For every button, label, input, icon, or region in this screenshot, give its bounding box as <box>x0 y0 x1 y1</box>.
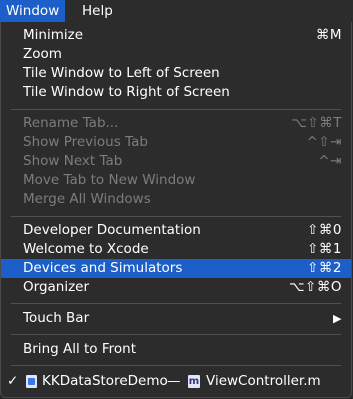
menu-item-label: Tile Window to Right of Screen <box>23 84 230 100</box>
menu-item-label: Move Tab to New Window <box>23 172 196 188</box>
menu-item-welcome-xcode[interactable]: Welcome to Xcode ⇧⌘1 <box>1 240 351 259</box>
menubar-window[interactable]: Window <box>0 0 66 22</box>
menu-item-label: Touch Bar <box>23 310 90 326</box>
menu-item-zoom[interactable]: Zoom <box>1 45 351 64</box>
menu-item-bring-all-to-front[interactable]: Bring All to Front <box>1 340 351 359</box>
menu-separator <box>11 216 341 217</box>
menu-item-label: Tile Window to Left of Screen <box>23 65 220 81</box>
menu-item-shortcut: ⇧⌘1 <box>307 241 342 257</box>
menu-item-devices-simulators[interactable]: Devices and Simulators ⇧⌘2 <box>1 259 351 278</box>
menu-item-label: Rename Tab... <box>23 115 119 131</box>
menu-item-shortcut: ^⇧⇥ <box>306 134 342 150</box>
project-icon <box>26 375 37 388</box>
menu-item-shortcut: ⇧⌘2 <box>307 260 342 276</box>
menu-item-minimize[interactable]: Minimize ⌘M <box>1 26 351 45</box>
menu-item-shortcut: ⌥⇧⌘O <box>289 279 342 295</box>
menu-item-label: Show Previous Tab <box>23 134 148 150</box>
menu-item-developer-documentation[interactable]: Developer Documentation ⇧⌘0 <box>1 221 351 240</box>
menu-item-tile-right[interactable]: Tile Window to Right of Screen <box>1 83 351 102</box>
menu-item-shortcut: ^⇥ <box>318 153 342 169</box>
menu-separator <box>11 303 341 304</box>
submenu-arrow-icon: ▶ <box>333 312 342 325</box>
window-entry-separator: — <box>167 373 181 389</box>
window-entry-file: ViewController.m <box>206 373 321 389</box>
window-entry-project: KKDataStoreDemo <box>42 373 168 389</box>
menu-item-label: Devices and Simulators <box>23 260 183 276</box>
menu-item-label: Zoom <box>23 46 62 62</box>
menu-item-touch-bar[interactable]: Touch Bar ▶ <box>1 309 351 328</box>
menu-item-move-tab: Move Tab to New Window <box>1 171 351 190</box>
menu-item-label: Show Next Tab <box>23 153 123 169</box>
menu-bar: Window Help <box>0 0 353 22</box>
menu-item-label: Bring All to Front <box>23 341 136 357</box>
objc-file-icon: m <box>188 375 200 388</box>
menu-item-label: Minimize <box>23 27 83 43</box>
menu-separator <box>11 109 341 110</box>
menu-item-tile-left[interactable]: Tile Window to Left of Screen <box>1 64 351 83</box>
menu-separator <box>11 334 341 335</box>
menu-item-organizer[interactable]: Organizer ⌥⇧⌘O <box>1 278 351 297</box>
menu-item-label: Developer Documentation <box>23 222 201 238</box>
window-menu: Minimize ⌘M Zoom Tile Window to Left of … <box>0 22 352 398</box>
menubar-help[interactable]: Help <box>76 0 119 22</box>
menu-item-label: Welcome to Xcode <box>23 241 149 257</box>
menu-item-window-entry[interactable]: ✓ KKDataStoreDemo — m ViewController.m <box>1 372 351 391</box>
menu-item-rename-tab: Rename Tab... ⌥⇧⌘T <box>1 114 351 133</box>
menu-item-show-next-tab: Show Next Tab ^⇥ <box>1 152 351 171</box>
menu-item-merge-windows: Merge All Windows <box>1 190 351 209</box>
menu-separator <box>11 365 341 366</box>
menu-item-shortcut: ⌥⇧⌘T <box>291 115 342 131</box>
menu-item-label: Organizer <box>23 279 90 295</box>
menu-item-shortcut: ⇧⌘0 <box>307 222 342 238</box>
checkmark-icon: ✓ <box>7 373 19 389</box>
menu-item-show-previous-tab: Show Previous Tab ^⇧⇥ <box>1 133 351 152</box>
menu-item-shortcut: ⌘M <box>315 27 342 43</box>
menu-item-label: Merge All Windows <box>23 191 151 207</box>
